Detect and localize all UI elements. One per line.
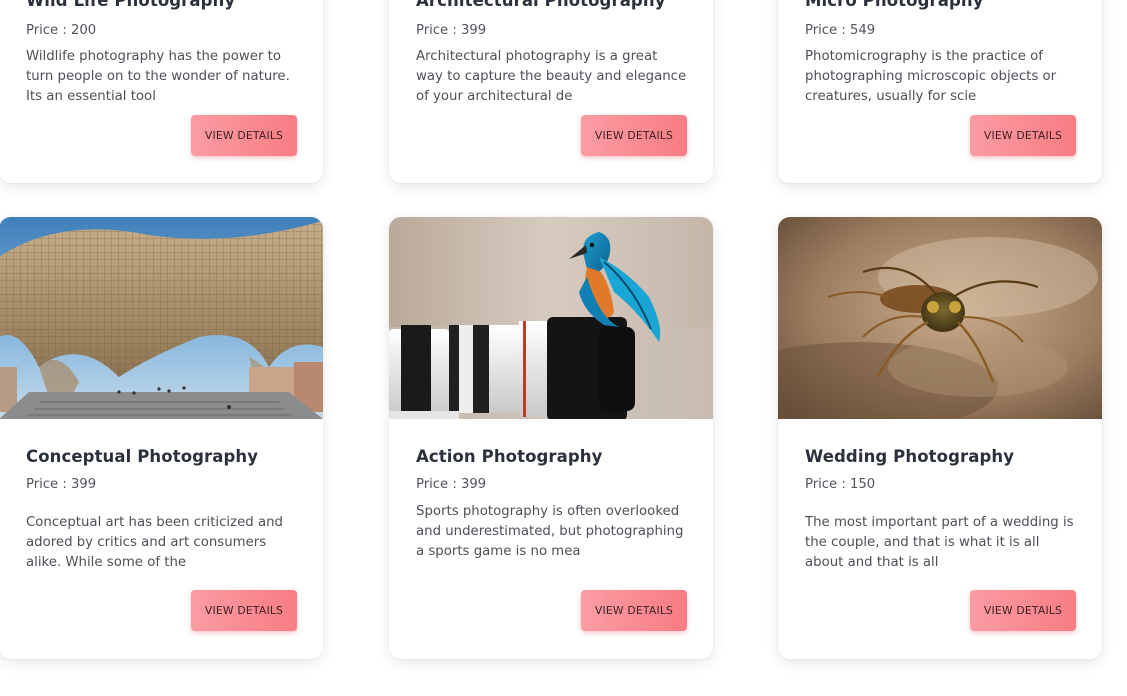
card-price: Price : 150 (805, 477, 876, 492)
card-price: Price : 399 (26, 477, 97, 492)
view-details-button[interactable]: VIEW DETAILS (970, 590, 1076, 631)
card-price: Price : 549 (805, 23, 876, 38)
course-card: Conceptual Photography Price : 399 Conce… (0, 217, 323, 659)
card-title: Action Photography (416, 447, 603, 466)
course-card: Architectural Photography Price : 399 Ar… (389, 0, 713, 183)
card-description: Conceptual art has been criticized and a… (26, 515, 283, 571)
card-title: Architectural Photography (416, 0, 666, 10)
building-photo (0, 217, 323, 419)
card-description: Architectural photography is a great way… (416, 49, 687, 105)
kingfisher-on-camera-lens-photo (389, 217, 713, 419)
card-price: Price : 399 (416, 23, 487, 38)
view-details-button[interactable]: VIEW DETAILS (191, 115, 297, 156)
view-details-button[interactable]: VIEW DETAILS (581, 115, 687, 156)
course-card: Micro Photography Price : 549 Photomicro… (778, 0, 1102, 183)
card-title: Wedding Photography (805, 447, 1015, 466)
view-details-button[interactable]: VIEW DETAILS (581, 590, 687, 631)
card-title: Conceptual Photography (26, 447, 259, 466)
view-details-button[interactable]: VIEW DETAILS (970, 115, 1076, 156)
course-card: Wild Life Photography Price : 200 Wildli… (0, 0, 323, 183)
card-title: Wild Life Photography (26, 0, 236, 10)
course-card: Wedding Photography Price : 150 The most… (778, 217, 1102, 659)
card-description: Sports photography is often overlooked a… (416, 504, 684, 560)
view-details-button[interactable]: VIEW DETAILS (191, 590, 297, 631)
insect-macro-photo (778, 217, 1102, 419)
card-price: Price : 399 (416, 477, 487, 492)
card-price: Price : 200 (26, 23, 97, 38)
card-description: Photomicrography is the practice of phot… (805, 49, 1057, 105)
card-title: Micro Photography (805, 0, 984, 10)
card-description: Wildlife photography has the power to tu… (26, 49, 290, 105)
course-card: Action Photography Price : 399 Sports ph… (389, 217, 713, 659)
card-description: The most important part of a wedding is … (805, 515, 1074, 571)
